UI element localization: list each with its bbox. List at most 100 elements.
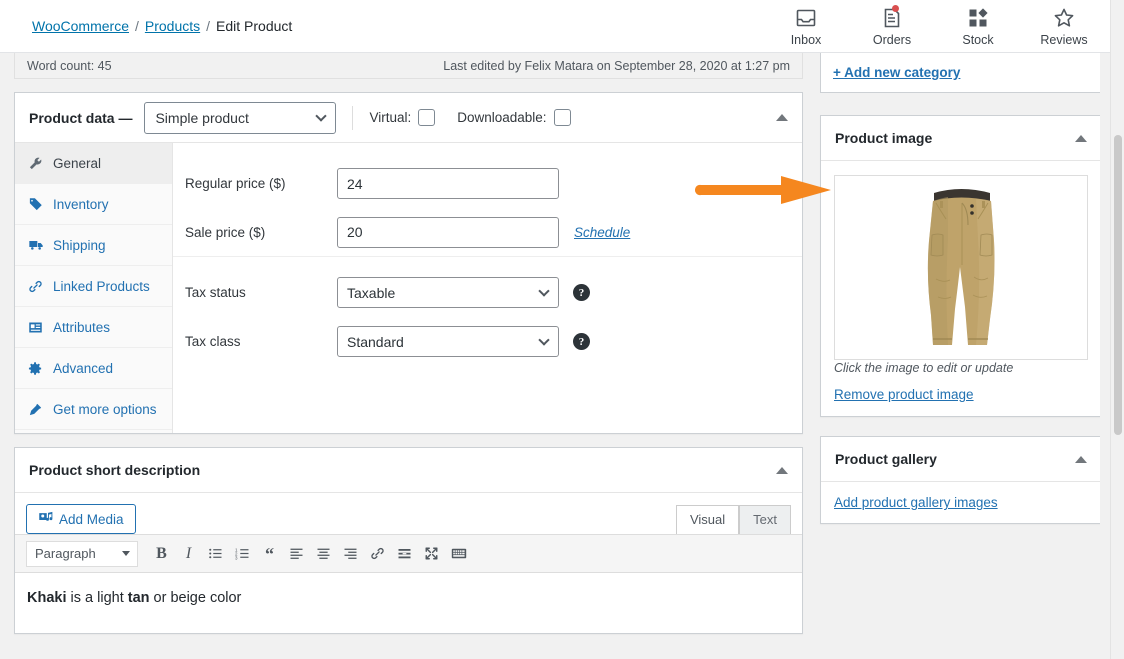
product-type-select[interactable]: Simple product bbox=[144, 101, 337, 134]
toolbar-toggle-icon[interactable] bbox=[445, 541, 472, 567]
product-gallery-body: Add product gallery images bbox=[821, 482, 1101, 523]
add-media-label: Add Media bbox=[59, 511, 124, 527]
product-image-thumbnail[interactable] bbox=[834, 175, 1088, 360]
tab-linked-products[interactable]: Linked Products bbox=[15, 266, 172, 307]
short-description-header: Product short description bbox=[15, 448, 802, 493]
tag-icon bbox=[27, 196, 44, 213]
orders-notification-badge bbox=[892, 4, 899, 12]
svg-text:3: 3 bbox=[235, 556, 238, 561]
tab-advanced[interactable]: Advanced bbox=[15, 348, 172, 389]
product-data-collapse-toggle[interactable] bbox=[776, 114, 788, 121]
tab-attributes[interactable]: Attributes bbox=[15, 307, 172, 348]
tax-status-select[interactable]: Taxable bbox=[337, 277, 559, 308]
product-gallery-header: Product gallery bbox=[821, 437, 1101, 482]
breadcrumb-separator-1: / bbox=[135, 18, 139, 34]
gear-icon bbox=[27, 360, 44, 377]
chevron-down-icon bbox=[538, 284, 550, 297]
tax-status-label: Tax status bbox=[185, 285, 246, 300]
truck-icon bbox=[27, 237, 44, 254]
product-gallery-collapse-toggle[interactable] bbox=[1075, 455, 1087, 463]
editor-toolbar: Paragraph B I 1 2 3 “ bbox=[15, 534, 802, 573]
breadcrumb-separator-2: / bbox=[206, 18, 211, 34]
header-action-stock[interactable]: Stock bbox=[954, 6, 1002, 47]
paragraph-format-select[interactable]: Paragraph bbox=[26, 540, 138, 567]
product-image-hint: Click the image to edit or update bbox=[834, 361, 1014, 375]
tax-class-help-icon[interactable]: ? bbox=[573, 333, 590, 350]
product-short-description-panel: Product short description Add Media Visu… bbox=[14, 447, 803, 634]
tax-class-select[interactable]: Standard bbox=[337, 326, 559, 357]
tab-general[interactable]: General bbox=[15, 143, 172, 184]
editor-top-row: Add Media Visual Text bbox=[15, 493, 802, 534]
sale-price-label: Sale price ($) bbox=[185, 224, 266, 240]
main-column: Word count: 45 Last edited by Felix Mata… bbox=[14, 53, 803, 634]
chevron-down-icon bbox=[538, 333, 550, 346]
tab-attributes-label: Attributes bbox=[53, 319, 111, 335]
product-type-value: Simple product bbox=[155, 109, 249, 126]
orders-icon bbox=[880, 4, 904, 30]
tab-inventory-label: Inventory bbox=[53, 196, 109, 212]
product-data-panel: Product data — Simple product Virtual: D… bbox=[14, 92, 803, 434]
tab-get-more-options[interactable]: Get more options bbox=[15, 389, 172, 430]
breadcrumb-woocommerce[interactable]: WooCommerce bbox=[32, 18, 129, 34]
numbered-list-icon[interactable]: 1 2 3 bbox=[229, 541, 256, 567]
bold-icon[interactable]: B bbox=[148, 541, 175, 567]
header-action-inbox[interactable]: Inbox bbox=[782, 6, 830, 47]
breadcrumb: WooCommerce / Products / Edit Product bbox=[32, 18, 292, 34]
sidebar-column: Shirt 2 shirt 1 Tshirts + Add new catego… bbox=[820, 0, 1102, 524]
regular-price-input[interactable]: 24 bbox=[337, 168, 559, 199]
breadcrumb-products[interactable]: Products bbox=[145, 18, 200, 34]
tab-inventory[interactable]: Inventory bbox=[15, 184, 172, 225]
short-description-editor: Add Media Visual Text Paragraph B I 1 2 … bbox=[15, 493, 802, 633]
product-image-panel: Product image Click the image to edit or… bbox=[820, 115, 1102, 417]
tab-advanced-label: Advanced bbox=[53, 360, 114, 376]
fullscreen-icon[interactable] bbox=[418, 541, 445, 567]
virtual-label: Virtual: bbox=[369, 110, 412, 125]
product-gallery-title: Product gallery bbox=[835, 451, 937, 467]
product-image-header: Product image bbox=[821, 116, 1101, 161]
short-description-content[interactable]: Khaki is a light tan or beige color bbox=[15, 573, 802, 633]
downloadable-label: Downloadable: bbox=[457, 110, 547, 125]
content-text-2: or beige color bbox=[149, 590, 242, 606]
blockquote-icon[interactable]: “ bbox=[256, 541, 283, 567]
header-action-reviews-label: Reviews bbox=[1040, 32, 1088, 47]
product-image-collapse-toggle[interactable] bbox=[1075, 134, 1087, 142]
sale-price-input[interactable]: 20 bbox=[337, 216, 559, 248]
tax-status-help-icon[interactable]: ? bbox=[573, 284, 590, 301]
bulleted-list-icon[interactable] bbox=[202, 541, 229, 567]
chevron-down-icon bbox=[122, 551, 130, 556]
editor-tab-visual[interactable]: Visual bbox=[675, 505, 740, 534]
editor-tab-text[interactable]: Text bbox=[739, 505, 791, 534]
header-action-orders[interactable]: Orders bbox=[868, 4, 916, 47]
content-area: Word count: 45 Last edited by Felix Mata… bbox=[0, 0, 1110, 659]
header-action-inbox-label: Inbox bbox=[790, 32, 822, 47]
tab-shipping[interactable]: Shipping bbox=[15, 225, 172, 266]
italic-icon[interactable]: I bbox=[175, 541, 202, 567]
header-action-stock-label: Stock bbox=[962, 32, 994, 47]
header-action-reviews[interactable]: Reviews bbox=[1040, 6, 1088, 47]
last-edited-info: Last edited by Felix Matara on September… bbox=[443, 58, 790, 73]
remove-product-image-link[interactable]: Remove product image bbox=[834, 387, 1088, 402]
virtual-checkbox[interactable] bbox=[418, 109, 436, 126]
add-gallery-images-link[interactable]: Add product gallery images bbox=[834, 495, 998, 510]
downloadable-field: Downloadable: bbox=[457, 109, 571, 126]
stock-icon bbox=[966, 6, 990, 30]
align-center-icon[interactable] bbox=[310, 541, 337, 567]
header-actions: Inbox Orders Stock Reviews bbox=[782, 4, 1110, 47]
scrollbar-thumb[interactable] bbox=[1114, 135, 1122, 435]
regular-price-label: Regular price ($) bbox=[185, 176, 286, 191]
product-image-title: Product image bbox=[835, 130, 933, 146]
align-right-icon[interactable] bbox=[337, 541, 364, 567]
tab-general-label: General bbox=[53, 155, 102, 171]
link-icon[interactable] bbox=[364, 541, 391, 567]
paragraph-format-value: Paragraph bbox=[35, 546, 96, 561]
add-new-category-link[interactable]: + Add new category bbox=[833, 65, 1089, 80]
read-more-icon[interactable] bbox=[391, 541, 418, 567]
vertical-scrollbar[interactable] bbox=[1110, 0, 1124, 659]
align-left-icon[interactable] bbox=[283, 541, 310, 567]
khaki-cargo-pants-image bbox=[886, 178, 1036, 357]
downloadable-checkbox[interactable] bbox=[553, 109, 571, 126]
short-description-collapse-toggle[interactable] bbox=[776, 466, 788, 474]
chevron-down-icon bbox=[315, 109, 328, 122]
schedule-sale-link[interactable]: Schedule bbox=[574, 225, 630, 240]
add-media-button[interactable]: Add Media bbox=[26, 504, 136, 534]
